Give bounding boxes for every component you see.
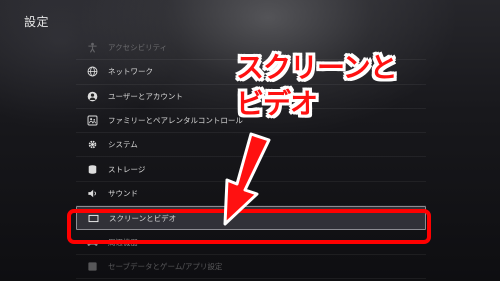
gear-icon bbox=[84, 137, 100, 153]
pointer-arrow-icon bbox=[223, 132, 271, 226]
callout-line-1: スクリーンと bbox=[236, 51, 398, 84]
menu-item-label: ファミリーとペアレンタルコントロール bbox=[108, 116, 243, 126]
globe-icon bbox=[84, 64, 100, 80]
menu-item-label: アクセシビリティ bbox=[108, 43, 168, 53]
storage-icon bbox=[84, 161, 100, 177]
menu-item-label: ストレージ bbox=[108, 164, 146, 174]
menu-item-label: ユーザーとアカウント bbox=[108, 91, 183, 101]
menu-item-label: セーブデータとゲーム/アプリ設定 bbox=[108, 261, 223, 271]
menu-item-label: サウンド bbox=[108, 188, 138, 198]
save-data-icon bbox=[84, 258, 100, 274]
speaker-icon bbox=[84, 185, 100, 201]
menu-item-label: システム bbox=[108, 140, 138, 150]
menu-item-label: ネットワーク bbox=[108, 67, 153, 77]
callout-text: スクリーンと ビデオ bbox=[236, 50, 398, 122]
accessibility-icon bbox=[84, 40, 100, 56]
family-icon bbox=[84, 113, 100, 129]
menu-item-saved-data[interactable]: セーブデータとゲーム/アプリ設定 bbox=[76, 255, 426, 279]
callout-line-2: ビデオ bbox=[236, 87, 318, 120]
page-title: 設定 bbox=[24, 15, 50, 29]
user-icon bbox=[84, 88, 100, 104]
settings-screen: 設定 アクセシビリティ ネットワーク ユーザーとアカウント ファミリーとペアレン… bbox=[0, 0, 500, 281]
